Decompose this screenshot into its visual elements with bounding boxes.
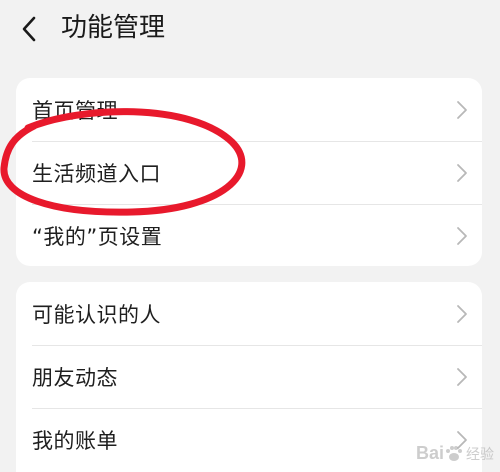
list-item-home-management[interactable]: 首页管理 <box>16 78 482 141</box>
chevron-right-icon <box>457 163 467 182</box>
list-item-friend-updates[interactable]: 朋友动态 <box>16 345 482 408</box>
list-item-label: 首页管理 <box>32 98 118 123</box>
list-item-people-you-may-know[interactable]: 可能认识的人 <box>16 282 482 345</box>
watermark-brand: Bai <box>415 443 444 463</box>
list-item-life-channel-entry[interactable]: 生活频道入口 <box>16 141 482 204</box>
list-item-my-bills[interactable]: 我的账单 <box>16 408 482 471</box>
header-bar: 功能管理 <box>0 0 500 60</box>
list-item-label: 生活频道入口 <box>32 161 161 186</box>
chevron-right-icon <box>457 367 467 386</box>
chevron-right-icon <box>457 304 467 323</box>
list-item-label: 朋友动态 <box>32 365 118 390</box>
list-item-label: 我的账单 <box>32 428 118 453</box>
chevron-left-icon <box>22 16 36 42</box>
baidu-jingyan-watermark: Bai 经验 <box>416 443 494 464</box>
page-title: 功能管理 <box>61 13 166 43</box>
settings-group-1: 首页管理 生活频道入口 “我的”页设置 <box>16 78 482 266</box>
back-button[interactable] <box>12 12 46 46</box>
list-item-me-page-settings[interactable]: “我的”页设置 <box>16 204 482 266</box>
watermark-sub: 经验 <box>466 446 494 463</box>
chevron-right-icon <box>457 226 467 245</box>
settings-group-2: 可能认识的人 朋友动态 我的账单 <box>16 282 482 472</box>
chevron-right-icon <box>457 100 467 119</box>
list-item-label: 可能认识的人 <box>32 302 161 327</box>
list-item-label: “我的”页设置 <box>32 224 163 249</box>
paw-icon <box>446 445 462 461</box>
